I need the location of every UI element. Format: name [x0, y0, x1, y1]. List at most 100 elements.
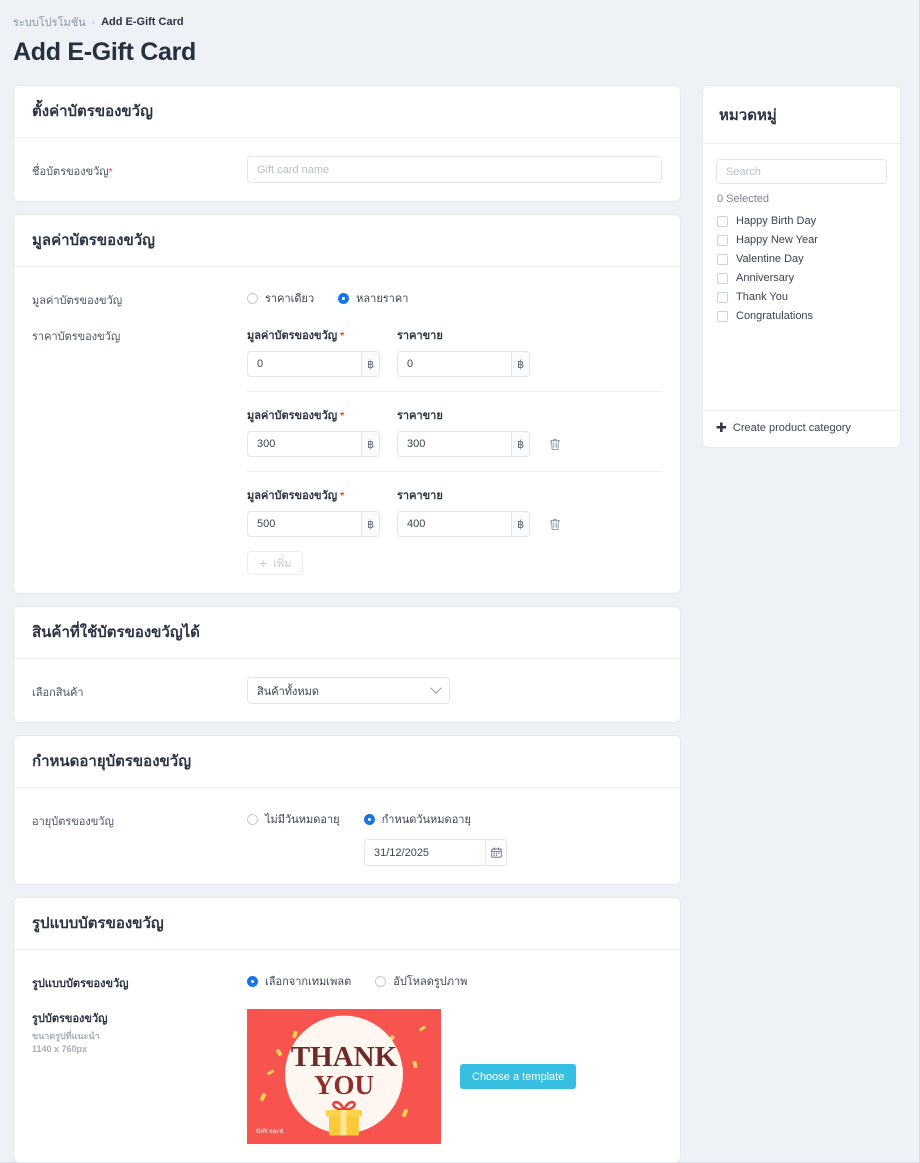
radio-option-multi-price[interactable]: หลายราคา [338, 289, 408, 307]
category-item[interactable]: Congratulations [716, 307, 887, 326]
radio-option-set-expiry[interactable]: กำหนดวันหมดอายุ [363, 810, 471, 828]
side-column: หมวดหมู่ 0 Selected Happy Birth Day Happ… [702, 85, 901, 448]
category-item-label: Anniversary [736, 272, 795, 284]
radio-icon-from-template[interactable] [247, 975, 258, 987]
price-value-input[interactable] [247, 431, 362, 457]
required-asterisk: * [108, 167, 113, 178]
card-body-products: เลือกสินค้า สินค้าทั้งหมด [14, 659, 680, 722]
delete-price-row-button[interactable] [547, 434, 563, 454]
radio-icon-multi-price[interactable] [338, 292, 350, 304]
row-price-list: ราคาบัตรของขวัญ มูลค่าบัตรของขวัญ * 0 ฿ … [32, 326, 662, 575]
radio-option-from-template[interactable]: เลือกจากเทมเพลต [247, 972, 351, 990]
radio-label-from-template: เลือกจากเทมเพลต [265, 976, 352, 988]
card-title-products: สินค้าที่ใช้บัตรของขวัญได้ [14, 607, 680, 659]
price-col-value: มูลค่าบัตรของขวัญ * ฿ [247, 326, 380, 377]
card-body-settings: ชื่อบัตรของขวัญ* [14, 138, 680, 201]
price-col-value-label-text: มูลค่าบัตรของขวัญ [247, 330, 338, 342]
label-design-type: รูปแบบบัตรของขวัญ [32, 978, 129, 990]
price-col-sale: ราคาขาย ฿ [397, 406, 530, 457]
price-row-grid: มูลค่าบัตรของขวัญ * ฿ [247, 486, 662, 537]
radio-icon-upload-image[interactable] [375, 975, 387, 987]
calendar-button[interactable] [485, 839, 507, 866]
card-body-expiry: อายุบัตรของขวัญ ไม่มีวันหมดอายุ กำหนดวัน… [14, 788, 680, 884]
checkbox-icon[interactable] [717, 291, 728, 303]
breadcrumb-current: Add E-Gift Card [101, 16, 184, 28]
category-item-label: Thank You [736, 291, 788, 303]
price-sale-input[interactable] [397, 351, 512, 377]
add-price-row-button[interactable]: + เพิ่ม [247, 551, 304, 575]
radio-icon-no-expiry[interactable] [247, 813, 258, 825]
template-preview-area: THANK YOU Gift card Choose a template [247, 1009, 662, 1144]
breadcrumb: ระบบโปรโมชัน › Add E-Gift Card [0, 0, 919, 31]
price-row: มูลค่าบัตรของขวัญ * ฿ [247, 471, 662, 551]
label-select-products: เลือกสินค้า [32, 687, 84, 699]
radio-option-upload-image[interactable]: อัปโหลดรูปภาพ [375, 972, 467, 990]
radio-icon-set-expiry[interactable] [363, 813, 375, 825]
baht-suffix-icon: ฿ [511, 511, 530, 537]
radio-label-upload-image: อัปโหลดรูปภาพ [393, 976, 468, 988]
radio-group-expiry: ไม่มีวันหมดอายุ กำหนดวันหมดอายุ [247, 806, 662, 828]
create-product-category-button[interactable]: ✚ Create product category [716, 421, 887, 434]
checkbox-icon[interactable] [717, 234, 728, 246]
radio-label-multi-price: หลายราคา [356, 293, 409, 305]
row-giftcard-name: ชื่อบัตรของขวัญ* [32, 156, 662, 183]
label-expiry: อายุบัตรของขวัญ [32, 816, 114, 828]
radio-group-design-type: เลือกจากเทมเพลต อัปโหลดรูปภาพ [247, 968, 662, 990]
field-select-products: สินค้าทั้งหมด [247, 677, 662, 704]
baht-suffix-icon: ฿ [361, 351, 380, 377]
category-item-label: Happy New Year [736, 234, 818, 246]
price-value-input-group: ฿ [247, 431, 380, 457]
checkbox-icon[interactable] [717, 215, 728, 227]
product-scope-value: สินค้าทั้งหมด [257, 685, 320, 698]
price-sale-input[interactable] [397, 431, 512, 457]
expiry-date-input[interactable] [364, 839, 486, 866]
price-col-value: มูลค่าบัตรของขวัญ * ฿ [247, 486, 380, 537]
category-item[interactable]: Happy Birth Day [716, 212, 887, 231]
radio-option-no-expiry[interactable]: ไม่มีวันหมดอายุ [247, 810, 340, 828]
checkbox-icon[interactable] [717, 253, 728, 265]
category-item-label: Valentine Day [736, 253, 804, 265]
delete-price-row-button[interactable] [547, 514, 563, 534]
app-page: ระบบโปรโมชัน › Add E-Gift Card Add E-Gif… [0, 0, 920, 1163]
product-scope-select[interactable]: สินค้าทั้งหมด [247, 677, 450, 704]
main-column: ตั้งค่าบัตรของขวัญ ชื่อบัตรของขวัญ* มูลค… [13, 85, 681, 1163]
choose-template-button[interactable]: Choose a template [460, 1064, 577, 1089]
price-col-value-label: มูลค่าบัตรของขวัญ * [247, 406, 380, 424]
price-col-value-label-text: มูลค่าบัตรของขวัญ [247, 490, 338, 502]
price-sale-input[interactable] [397, 511, 512, 537]
required-asterisk: * [340, 331, 345, 342]
checkbox-icon[interactable] [717, 272, 728, 284]
giftcard-preview-image[interactable]: THANK YOU Gift card [247, 1009, 441, 1144]
chevron-down-icon [430, 682, 442, 694]
label-price-list: ราคาบัตรของขวัญ [32, 331, 121, 343]
giftcard-name-input[interactable] [247, 156, 662, 183]
field-giftcard-name [247, 156, 662, 183]
image-note-line2: 1140 x 760px [32, 1044, 88, 1055]
price-value-input[interactable] [247, 351, 362, 377]
radio-option-single-price[interactable]: ราคาเดียว [247, 289, 314, 307]
price-col-sale-label: ราคาขาย [397, 490, 443, 502]
giftcard-footer-label: Gift card [256, 1129, 284, 1135]
checkbox-icon[interactable] [717, 310, 728, 322]
image-note-line1: ขนาดรูปที่แนะนำ [32, 1031, 100, 1041]
row-expiry: อายุบัตรของขวัญ ไม่มีวันหมดอายุ กำหนดวัน… [32, 806, 662, 866]
radio-group-value-type: ราคาเดียว หลายราคา [247, 285, 662, 307]
card-giftcard-settings: ตั้งค่าบัตรของขวัญ ชื่อบัตรของขวัญ* [13, 85, 681, 202]
price-col-value-label: มูลค่าบัตรของขวัญ * [247, 326, 380, 344]
label-giftcard-name-text: ชื่อบัตรของขวัญ [32, 166, 109, 178]
add-price-row-label: เพิ่ม [273, 558, 292, 570]
category-item[interactable]: Happy New Year [716, 231, 887, 250]
price-value-input[interactable] [247, 511, 362, 537]
calendar-icon [490, 847, 502, 858]
card-title-design: รูปแบบบัตรของขวัญ [14, 898, 680, 950]
breadcrumb-root[interactable]: ระบบโปรโมชัน [13, 13, 86, 31]
category-item[interactable]: Thank You [716, 288, 887, 307]
plus-icon: + [259, 555, 268, 571]
giftcard-text-line1: THANK [290, 1041, 398, 1073]
category-search-input[interactable] [716, 159, 887, 184]
category-item[interactable]: Valentine Day [716, 250, 887, 269]
price-sale-input-group: ฿ [397, 351, 530, 377]
category-item[interactable]: Anniversary [716, 269, 887, 288]
field-expiry: ไม่มีวันหมดอายุ กำหนดวันหมดอายุ [247, 806, 662, 866]
radio-icon-single-price[interactable] [247, 292, 258, 304]
